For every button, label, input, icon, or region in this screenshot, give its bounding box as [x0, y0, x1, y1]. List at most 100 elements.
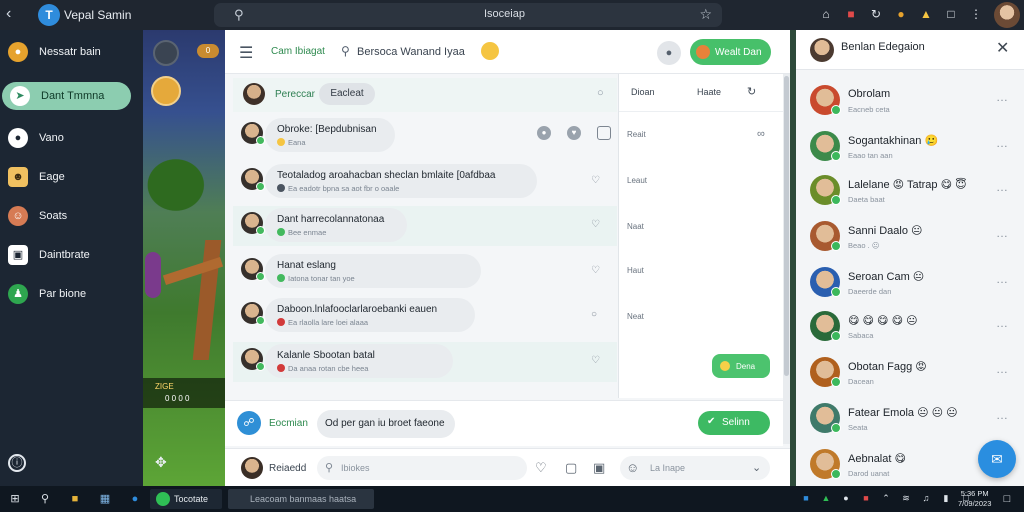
secondary-input[interactable]: ☺ La Inape ⌄ [620, 456, 770, 480]
contact-avatar[interactable] [810, 403, 841, 433]
hamburger-menu-icon[interactable]: ☰ [239, 43, 253, 63]
contact-avatar[interactable] [810, 311, 841, 341]
close-icon[interactable]: ✕ [996, 38, 1009, 58]
emoji-icon[interactable]: ☺ [626, 460, 639, 475]
notification-center-icon[interactable]: □ [1000, 492, 1014, 506]
contact-row[interactable]: Lalelane 😡 Tatrap 😋 😇 Daeta baat… [796, 168, 1024, 214]
refresh-icon[interactable]: ↻ [868, 6, 884, 22]
sidebar-item-profile[interactable]: ● Nessatr bain [0, 38, 143, 66]
bookmark-star-icon[interactable]: ☆ [699, 6, 712, 23]
like-icon[interactable]: ○ [591, 309, 597, 320]
sidebar-item-soats[interactable]: ☺ Soats [0, 202, 143, 230]
tab-haate[interactable]: Haate [697, 87, 721, 97]
more-options-icon[interactable]: … [996, 362, 1009, 376]
start-icon[interactable]: ⊞ [8, 492, 22, 506]
message-bubble[interactable]: Dant harrecolannatonaa Bee enmae [265, 208, 407, 242]
compose-preview[interactable]: Od per gan iu broet faeone [317, 410, 455, 438]
shield-icon[interactable]: ♡ [535, 460, 547, 476]
status-button[interactable]: Wealt Dan [690, 39, 771, 65]
tray-wifi-icon[interactable]: ≋ [900, 492, 912, 504]
message-row[interactable]: Obroke: [Bepdubnisan Eana ● ♥ [233, 116, 617, 156]
contact-avatar[interactable] [810, 175, 841, 205]
tray-app-icon[interactable]: ■ [800, 492, 812, 504]
more-options-icon[interactable]: … [996, 90, 1009, 104]
files-icon[interactable]: ▦ [98, 492, 112, 506]
gamepad-icon[interactable]: ✥ [155, 454, 167, 471]
contact-avatar[interactable] [810, 449, 841, 479]
message-bubble[interactable]: Hanat eslang Iatona tonar tan yoe [265, 254, 481, 288]
details-action-button[interactable]: Dena [712, 354, 770, 378]
profile-avatar[interactable] [994, 2, 1020, 28]
attach-icon[interactable]: ☍ [237, 411, 261, 435]
profile-button[interactable]: ● [657, 41, 681, 65]
tray-chevron-icon[interactable]: ⌃ [880, 492, 892, 504]
tray-alert-icon[interactable]: ■ [860, 492, 872, 504]
tray-dot-icon[interactable]: ● [840, 492, 852, 504]
options-icon[interactable]: ○ [597, 87, 604, 99]
sidebar-item-vano[interactable]: ● Vano [0, 124, 143, 152]
send-button[interactable]: ✔ Selinn [698, 411, 770, 435]
thread-pill[interactable]: Eacleat [319, 83, 375, 105]
browser-icon[interactable]: ● [128, 492, 142, 506]
detail-item[interactable]: Haut [627, 266, 644, 275]
compose-fab[interactable]: ✉ [978, 440, 1016, 478]
game-viewport[interactable]: 0 ZIGE 0 0 0 0 ✥ [143, 30, 225, 486]
scrollbar[interactable] [783, 74, 790, 444]
sidebar-item-explore[interactable]: ➤ Dant Tmmna [2, 82, 131, 110]
window-icon[interactable]: □ [943, 6, 959, 22]
extension-icon[interactable]: ● [893, 6, 909, 22]
message-row[interactable]: Dant harrecolannatonaa Bee enmae ♡ [233, 206, 617, 246]
more-options-icon[interactable]: … [996, 408, 1009, 422]
refresh-icon[interactable]: ↻ [747, 85, 756, 98]
contact-avatar[interactable] [810, 267, 841, 297]
menu-icon[interactable]: ⋮ [968, 6, 984, 22]
link-icon[interactable]: ∞ [757, 128, 765, 140]
taskbar-window[interactable]: Leacoam banmaas haatsa [228, 489, 374, 509]
message-row[interactable]: Hanat eslang Iatona tonar tan yoe ♡ [233, 252, 617, 292]
game-avatar-icon[interactable] [153, 40, 179, 66]
like-icon[interactable]: ♡ [591, 219, 600, 230]
message-bubble[interactable]: Obroke: [Bepdubnisan Eana [265, 118, 395, 152]
detail-item[interactable]: Leaut [627, 176, 647, 185]
more-options-icon[interactable]: … [996, 180, 1009, 194]
like-icon[interactable]: ♡ [591, 265, 600, 276]
sidebar-item-eage[interactable]: ☻ Eage [0, 163, 143, 191]
more-options-icon[interactable]: … [996, 272, 1009, 286]
tray-battery-icon[interactable]: ▮ [940, 492, 952, 504]
message-bubble[interactable]: Daboon.lnlafooclarlaroebanki eauen Ea rl… [265, 298, 475, 332]
message-row[interactable]: Daboon.lnlafooclarlaroebanki eauen Ea rl… [233, 296, 617, 336]
system-clock[interactable]: 5:36 PM 7/09/2023 [958, 489, 991, 509]
message-bubble[interactable]: Teotaladog aroahacban sheclan bmlaite [0… [265, 164, 537, 198]
react-icon[interactable]: ● [537, 126, 551, 140]
folder-icon[interactable]: ■ [68, 492, 82, 506]
home-icon[interactable]: ⌂ [818, 6, 834, 22]
like-icon[interactable]: ♡ [591, 355, 600, 366]
message-bubble[interactable]: Kalanle Sbootan batal Da anaa rotan cbe … [265, 344, 453, 378]
heart-icon[interactable]: ♥ [567, 126, 581, 140]
message-input[interactable]: ⚲ Ibiokes [317, 456, 527, 480]
contact-row[interactable]: Fatear Emola 😐 😐 😐 Seata… [796, 396, 1024, 442]
more-options-icon[interactable]: … [996, 136, 1009, 150]
detail-item[interactable]: Neat [627, 312, 644, 321]
more-options-icon[interactable]: … [996, 226, 1009, 240]
sidebar-item-daintbrate[interactable]: ▣ Daintbrate [0, 241, 143, 269]
contact-row[interactable]: Sanni Daalo 😐 Beao . 😐… [796, 214, 1024, 260]
contact-avatar[interactable] [810, 131, 841, 161]
back-arrow-icon[interactable]: ‹ [6, 6, 22, 22]
contact-avatar[interactable] [810, 357, 841, 387]
emoji-icon[interactable] [481, 42, 499, 60]
search-icon[interactable]: ⚲ [38, 492, 52, 506]
tray-volume-icon[interactable]: ♫ [920, 492, 932, 504]
tab-dioan[interactable]: Dioan [631, 87, 655, 97]
like-icon[interactable]: ♡ [591, 175, 600, 186]
copy-icon[interactable] [597, 126, 611, 140]
contact-row[interactable]: Sogantakhinan 🥲 Eaao tan aan… [796, 124, 1024, 170]
bag-icon[interactable]: ▢ [565, 460, 577, 476]
thread-header[interactable]: Pereccar Eacleat ○ [233, 78, 617, 112]
more-options-icon[interactable]: … [996, 316, 1009, 330]
contact-row[interactable]: 😋 😋 😋 😋 😐 Sabaca… [796, 304, 1024, 350]
sticker-icon[interactable]: ▣ [593, 460, 605, 476]
taskbar-app[interactable]: Tocotate [150, 489, 222, 509]
contact-row[interactable]: Obrolam Eacneb ceta… [796, 78, 1024, 124]
contact-avatar[interactable] [810, 221, 841, 251]
